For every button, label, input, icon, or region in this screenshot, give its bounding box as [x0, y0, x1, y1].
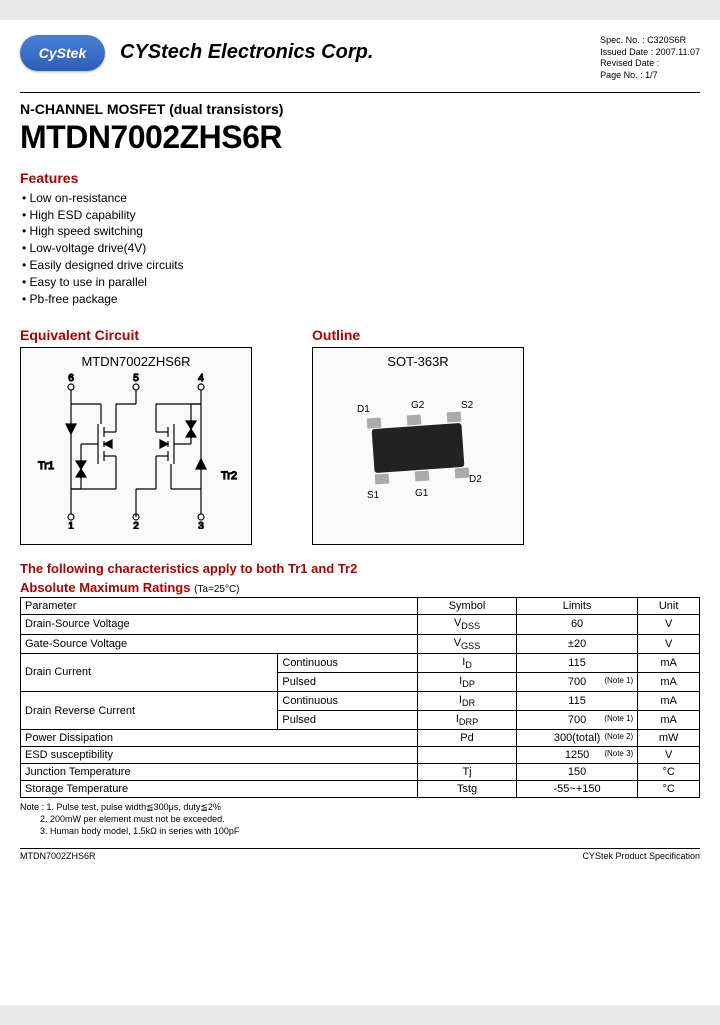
outline-heading: Outline	[312, 327, 524, 343]
col-unit: Unit	[638, 598, 700, 615]
equiv-circuit-label: MTDN7002ZHS6R	[21, 354, 251, 369]
table-row: Junction Temperature Tj 150 °C	[21, 764, 700, 781]
ratings-title-text: Absolute Maximum Ratings	[20, 580, 190, 595]
note-line: 2. 200mW per element must not be exceede…	[40, 814, 225, 824]
notes-prefix: Note :	[20, 802, 44, 812]
col-limits: Limits	[516, 598, 637, 615]
table-row: Storage Temperature Tstg -55~+150 °C	[21, 781, 700, 798]
svg-text:5: 5	[133, 373, 139, 384]
pin-label-g2: G2	[411, 400, 424, 411]
table-row: Drain Reverse Current Continuous IDR 115…	[21, 692, 700, 711]
outline-column: Outline SOT-363R D1 G2 S2 S1 G1 D2	[312, 317, 524, 545]
table-row: Drain-Source Voltage VDSS 60 V	[21, 615, 700, 634]
outline-diagram: SOT-363R D1 G2 S2 S1 G1 D2	[312, 347, 524, 545]
table-row: ESD susceptibility 1250(Note 3) V	[21, 747, 700, 764]
notes-block: Note : 1. Pulse test, pulse width≦300μs,…	[20, 802, 700, 837]
equiv-circuit-heading: Equivalent Circuit	[20, 327, 252, 343]
characteristics-note: The following characteristics apply to b…	[20, 561, 700, 576]
table-row: Gate-Source Voltage VGSS ±20 V	[21, 634, 700, 653]
pin-label-g1: G1	[415, 488, 428, 499]
feature-item: Easily designed drive circuits	[22, 257, 700, 274]
ratings-table: Parameter Symbol Limits Unit Drain-Sourc…	[20, 597, 700, 798]
ratings-heading: Absolute Maximum Ratings (Ta=25°C)	[20, 580, 700, 595]
issued-label: Issued Date :	[600, 47, 653, 57]
issued-date: 2007.11.07	[656, 47, 700, 57]
feature-item: High ESD capability	[22, 207, 700, 224]
spec-info-box: Spec. No. : C320S6R Issued Date : 2007.1…	[600, 35, 700, 82]
svg-text:4: 4	[198, 373, 204, 384]
spec-no-label: Spec. No. :	[600, 35, 645, 45]
company-logo: CyStek	[20, 35, 105, 71]
footer-left: MTDN7002ZHS6R	[20, 851, 96, 861]
pin-label-d2: D2	[469, 474, 482, 485]
feature-item: Pb-free package	[22, 291, 700, 308]
chip-pin-icon	[447, 412, 462, 423]
note-line: 1. Pulse test, pulse width≦300μs, duty≦2…	[47, 802, 221, 812]
product-subtitle: N-CHANNEL MOSFET (dual transistors)	[20, 101, 700, 117]
svg-text:3: 3	[198, 521, 204, 529]
svg-text:Tr1: Tr1	[38, 460, 54, 472]
footer-right: CYStek Product Specification	[582, 851, 700, 861]
features-heading: Features	[20, 170, 700, 186]
col-symbol: Symbol	[418, 598, 517, 615]
table-row: Drain Current Continuous ID 115 mA	[21, 653, 700, 672]
col-param: Parameter	[21, 598, 418, 615]
company-name: CYStech Electronics Corp.	[120, 41, 585, 64]
header-row: CyStek CYStech Electronics Corp. Spec. N…	[20, 35, 700, 82]
spec-no-value: C320S6R	[647, 35, 686, 45]
chip-pin-icon	[415, 471, 430, 482]
chip-pin-icon	[407, 415, 422, 426]
svg-text:Tr2: Tr2	[221, 470, 237, 482]
pin-label-s1: S1	[367, 490, 379, 501]
package-label: SOT-363R	[313, 354, 523, 369]
part-number: MTDN7002ZHS6R	[20, 119, 700, 156]
chip-pin-icon	[367, 418, 382, 429]
table-row: Power Dissipation Pd 300(total)(Note 2) …	[21, 730, 700, 747]
feature-item: Easy to use in parallel	[22, 274, 700, 291]
feature-item: High speed switching	[22, 223, 700, 240]
equiv-circuit-column: Equivalent Circuit MTDN7002ZHS6R 6 5 4 1…	[20, 317, 252, 545]
equiv-circuit-diagram: MTDN7002ZHS6R 6 5 4 1 2 3	[20, 347, 252, 545]
chip-pin-icon	[455, 468, 470, 479]
feature-item: Low-voltage drive(4V)	[22, 240, 700, 257]
chip-pin-icon	[375, 474, 390, 485]
header-divider	[20, 92, 700, 93]
ratings-condition: (Ta=25°C)	[194, 584, 239, 595]
logo-text: CyStek	[39, 45, 86, 61]
page-label: Page No. :	[600, 70, 643, 80]
revised-label: Revised Date :	[600, 58, 659, 68]
page-no: 1/7	[645, 70, 658, 80]
features-list: Low on-resistance High ESD capability Hi…	[22, 190, 700, 308]
svg-text:1: 1	[68, 521, 74, 529]
svg-text:6: 6	[68, 373, 74, 384]
feature-item: Low on-resistance	[22, 190, 700, 207]
footer-row: MTDN7002ZHS6R CYStek Product Specificati…	[20, 848, 700, 861]
svg-text:2: 2	[133, 521, 139, 529]
chip-body-icon	[372, 423, 465, 473]
table-header-row: Parameter Symbol Limits Unit	[21, 598, 700, 615]
note-line: 3. Human body model, 1.5kΩ in series wit…	[40, 826, 239, 836]
pin-label-s2: S2	[461, 400, 473, 411]
pin-label-d1: D1	[357, 404, 370, 415]
datasheet-page: CyStek CYStech Electronics Corp. Spec. N…	[0, 20, 720, 1005]
diagrams-row: Equivalent Circuit MTDN7002ZHS6R 6 5 4 1…	[20, 317, 700, 545]
circuit-schematic-icon: 6 5 4 1 2 3	[26, 369, 246, 529]
